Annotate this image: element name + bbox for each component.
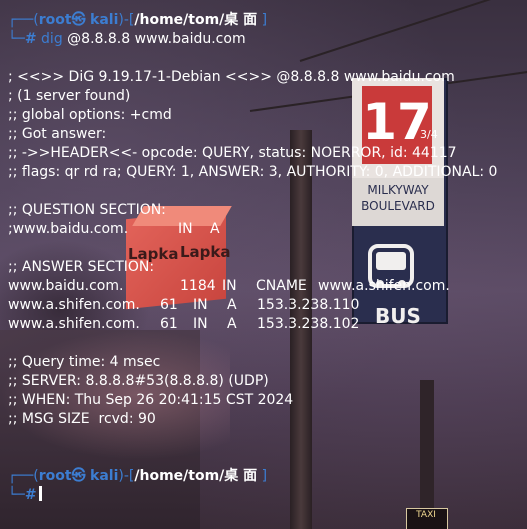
output-when: ;; WHEN: Thu Sep 26 20:41:15 CST 2024 — [8, 392, 294, 408]
wallpaper-sign-fraction: 3/4 — [420, 128, 438, 141]
wallpaper-sign-band — [352, 178, 444, 226]
output-header-line: ; <<>> DiG 9.19.17-1-Debian <<>> @8.8.8.… — [8, 69, 455, 85]
prompt-line: ┌──(root㉿ kali)-[/home/tom/桌 面 ] — [8, 467, 267, 486]
prompt-corner: ┌──( — [8, 468, 39, 484]
prompt-hash: # — [24, 31, 37, 47]
wallpaper-taxi-text: TAXI — [416, 510, 436, 520]
command-line: └─# dig @8.8.8.8 www.baidu.com — [8, 30, 246, 49]
output-msg-size: ;; MSG SIZE rcvd: 90 — [8, 411, 156, 427]
output-question-row: ;www.baidu.com. IN A — [8, 220, 220, 239]
prompt-corner: ┌──( — [8, 12, 39, 28]
terminal-window[interactable]: 17 3/4 MILKYWAY BOULEVARD BUS Lapka Lapk… — [0, 0, 527, 529]
text-cursor[interactable] — [38, 486, 42, 501]
answer-name: www.a.shifen.com. — [8, 316, 140, 332]
wallpaper-sign-bus-text: BUS — [375, 304, 421, 328]
answer-row: www.baidu.com. 1184 IN CNAME www.a.shifen.co… — [8, 277, 450, 296]
answer-ttl: 1184 — [180, 278, 216, 294]
answer-type: A — [227, 297, 237, 313]
question-name: ;www.baidu.com. — [8, 221, 129, 237]
answer-data: www.a.shifen.com. — [318, 278, 450, 294]
prompt-user: root — [38, 468, 72, 484]
output-servers-found: ; (1 server found) — [8, 88, 131, 104]
answer-ttl: 61 — [160, 316, 178, 332]
command-args: @8.8.8.8 www.baidu.com — [67, 31, 246, 47]
prompt-separator: )-[ — [118, 12, 135, 28]
output-answer-section-title: ;; ANSWER SECTION: — [8, 259, 155, 275]
wallpaper-sign-street-1: MILKYWAY — [367, 183, 429, 197]
question-class: IN — [178, 221, 193, 237]
answer-data: 153.3.238.102 — [257, 316, 360, 332]
prompt-host: kali — [90, 12, 119, 28]
output-flags: ;; flags: qr rd ra; QUERY: 1, ANSWER: 3,… — [8, 164, 498, 180]
prompt-path: /home/tom/桌 面 — [134, 468, 258, 484]
prompt-user: root — [38, 12, 72, 28]
prompt-line: ┌──(root㉿ kali)-[/home/tom/桌 面 ] — [8, 11, 267, 30]
output-question-section-title: ;; QUESTION SECTION: — [8, 202, 166, 218]
output-got-answer: ;; Got answer: — [8, 126, 107, 142]
output-query-time: ;; Query time: 4 msec — [8, 354, 161, 370]
answer-row: www.a.shifen.com. 61 IN A 153.3.238.102 — [8, 315, 359, 334]
prompt-close-bracket: ] — [261, 468, 268, 484]
answer-class: IN — [222, 278, 237, 294]
answer-type: CNAME — [256, 278, 307, 294]
prompt-path: /home/tom/桌 面 — [134, 12, 258, 28]
question-type: A — [210, 221, 220, 237]
command-name: dig — [41, 31, 63, 47]
answer-class: IN — [193, 316, 208, 332]
prompt-hash: # — [24, 487, 37, 503]
wallpaper-sign-street: MILKYWAY BOULEVARD — [352, 182, 444, 226]
wallpaper-sign-street-2: BOULEVARD — [361, 199, 435, 213]
wallpaper-pole — [420, 380, 434, 529]
wallpaper-taxi-sign — [406, 508, 448, 529]
prompt-skull-icon: ㉿ — [71, 12, 86, 28]
prompt-corner: └─ — [8, 487, 25, 503]
command-input-line[interactable]: └─# — [8, 486, 42, 505]
prompt-separator: )-[ — [118, 468, 135, 484]
answer-name: www.a.shifen.com. — [8, 297, 140, 313]
answer-data: 153.3.238.110 — [257, 297, 360, 313]
answer-name: www.baidu.com. — [8, 278, 124, 294]
wallpaper-wire — [299, 0, 527, 62]
prompt-close-bracket: ] — [261, 12, 268, 28]
output-server: ;; SERVER: 8.8.8.8#53(8.8.8.8) (UDP) — [8, 373, 269, 389]
bus-icon-window — [376, 252, 406, 270]
wallpaper-box-label: Lapka — [180, 243, 231, 261]
answer-row: www.a.shifen.com. 61 IN A 153.3.238.110 — [8, 296, 359, 315]
prompt-corner: └─ — [8, 31, 25, 47]
answer-type: A — [227, 316, 237, 332]
answer-ttl: 61 — [160, 297, 178, 313]
output-header-status: ;; ->>HEADER<<- opcode: QUERY, status: N… — [8, 145, 457, 161]
output-global-options: ;; global options: +cmd — [8, 107, 172, 123]
prompt-skull-icon: ㉿ — [71, 468, 86, 484]
prompt-host: kali — [90, 468, 119, 484]
answer-class: IN — [193, 297, 208, 313]
